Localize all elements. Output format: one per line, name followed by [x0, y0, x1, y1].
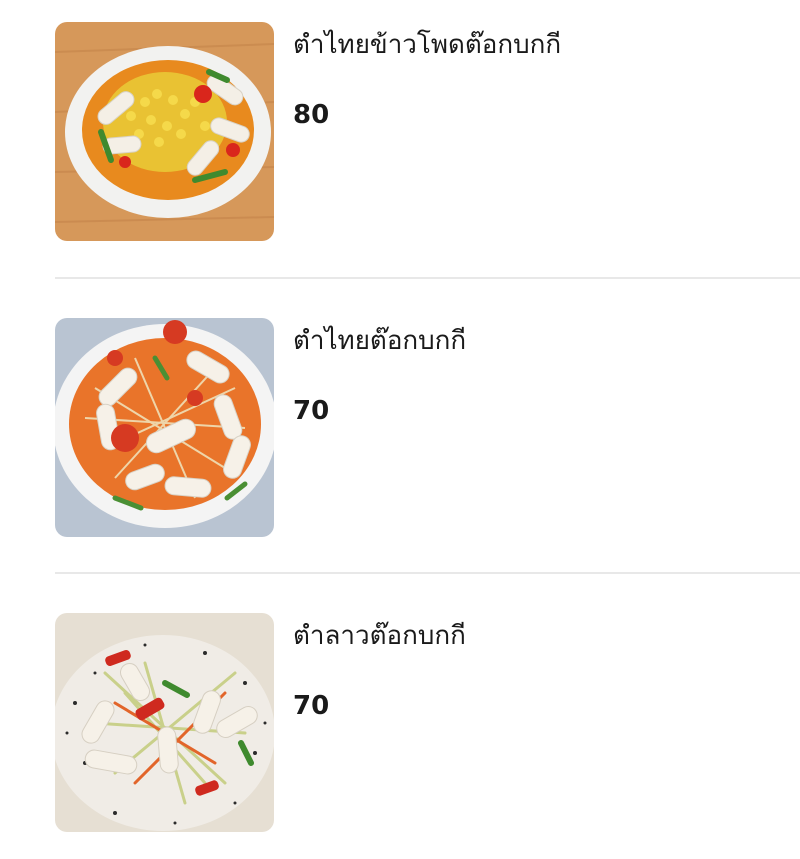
menu-list: ตำไทยข้าวโพดต๊อกบกกี 80 ตำไทยต๊อกบกกี 70…	[0, 0, 800, 859]
menu-item-name: ตำไทยต๊อกบกกี	[293, 326, 467, 356]
menu-item[interactable]: ตำลาวต๊อกบกกี 70	[0, 601, 800, 833]
menu-item-price: 80	[293, 100, 330, 130]
menu-item-price: 70	[293, 396, 330, 426]
menu-item[interactable]: ตำไทยข้าวโพดต๊อกบกกี 80	[0, 10, 800, 242]
divider	[55, 572, 800, 574]
divider	[55, 277, 800, 279]
lao-tteokbokki-salad-image	[55, 613, 274, 832]
corn-tteokbokki-salad-image	[55, 22, 274, 241]
menu-item-name: ตำไทยข้าวโพดต๊อกบกกี	[293, 30, 562, 60]
menu-item-name: ตำลาวต๊อกบกกี	[293, 621, 466, 651]
menu-item-price: 70	[293, 691, 330, 721]
menu-item[interactable]: ตำไทยต๊อกบกกี 70	[0, 306, 800, 538]
thai-tteokbokki-salad-image	[55, 318, 274, 537]
